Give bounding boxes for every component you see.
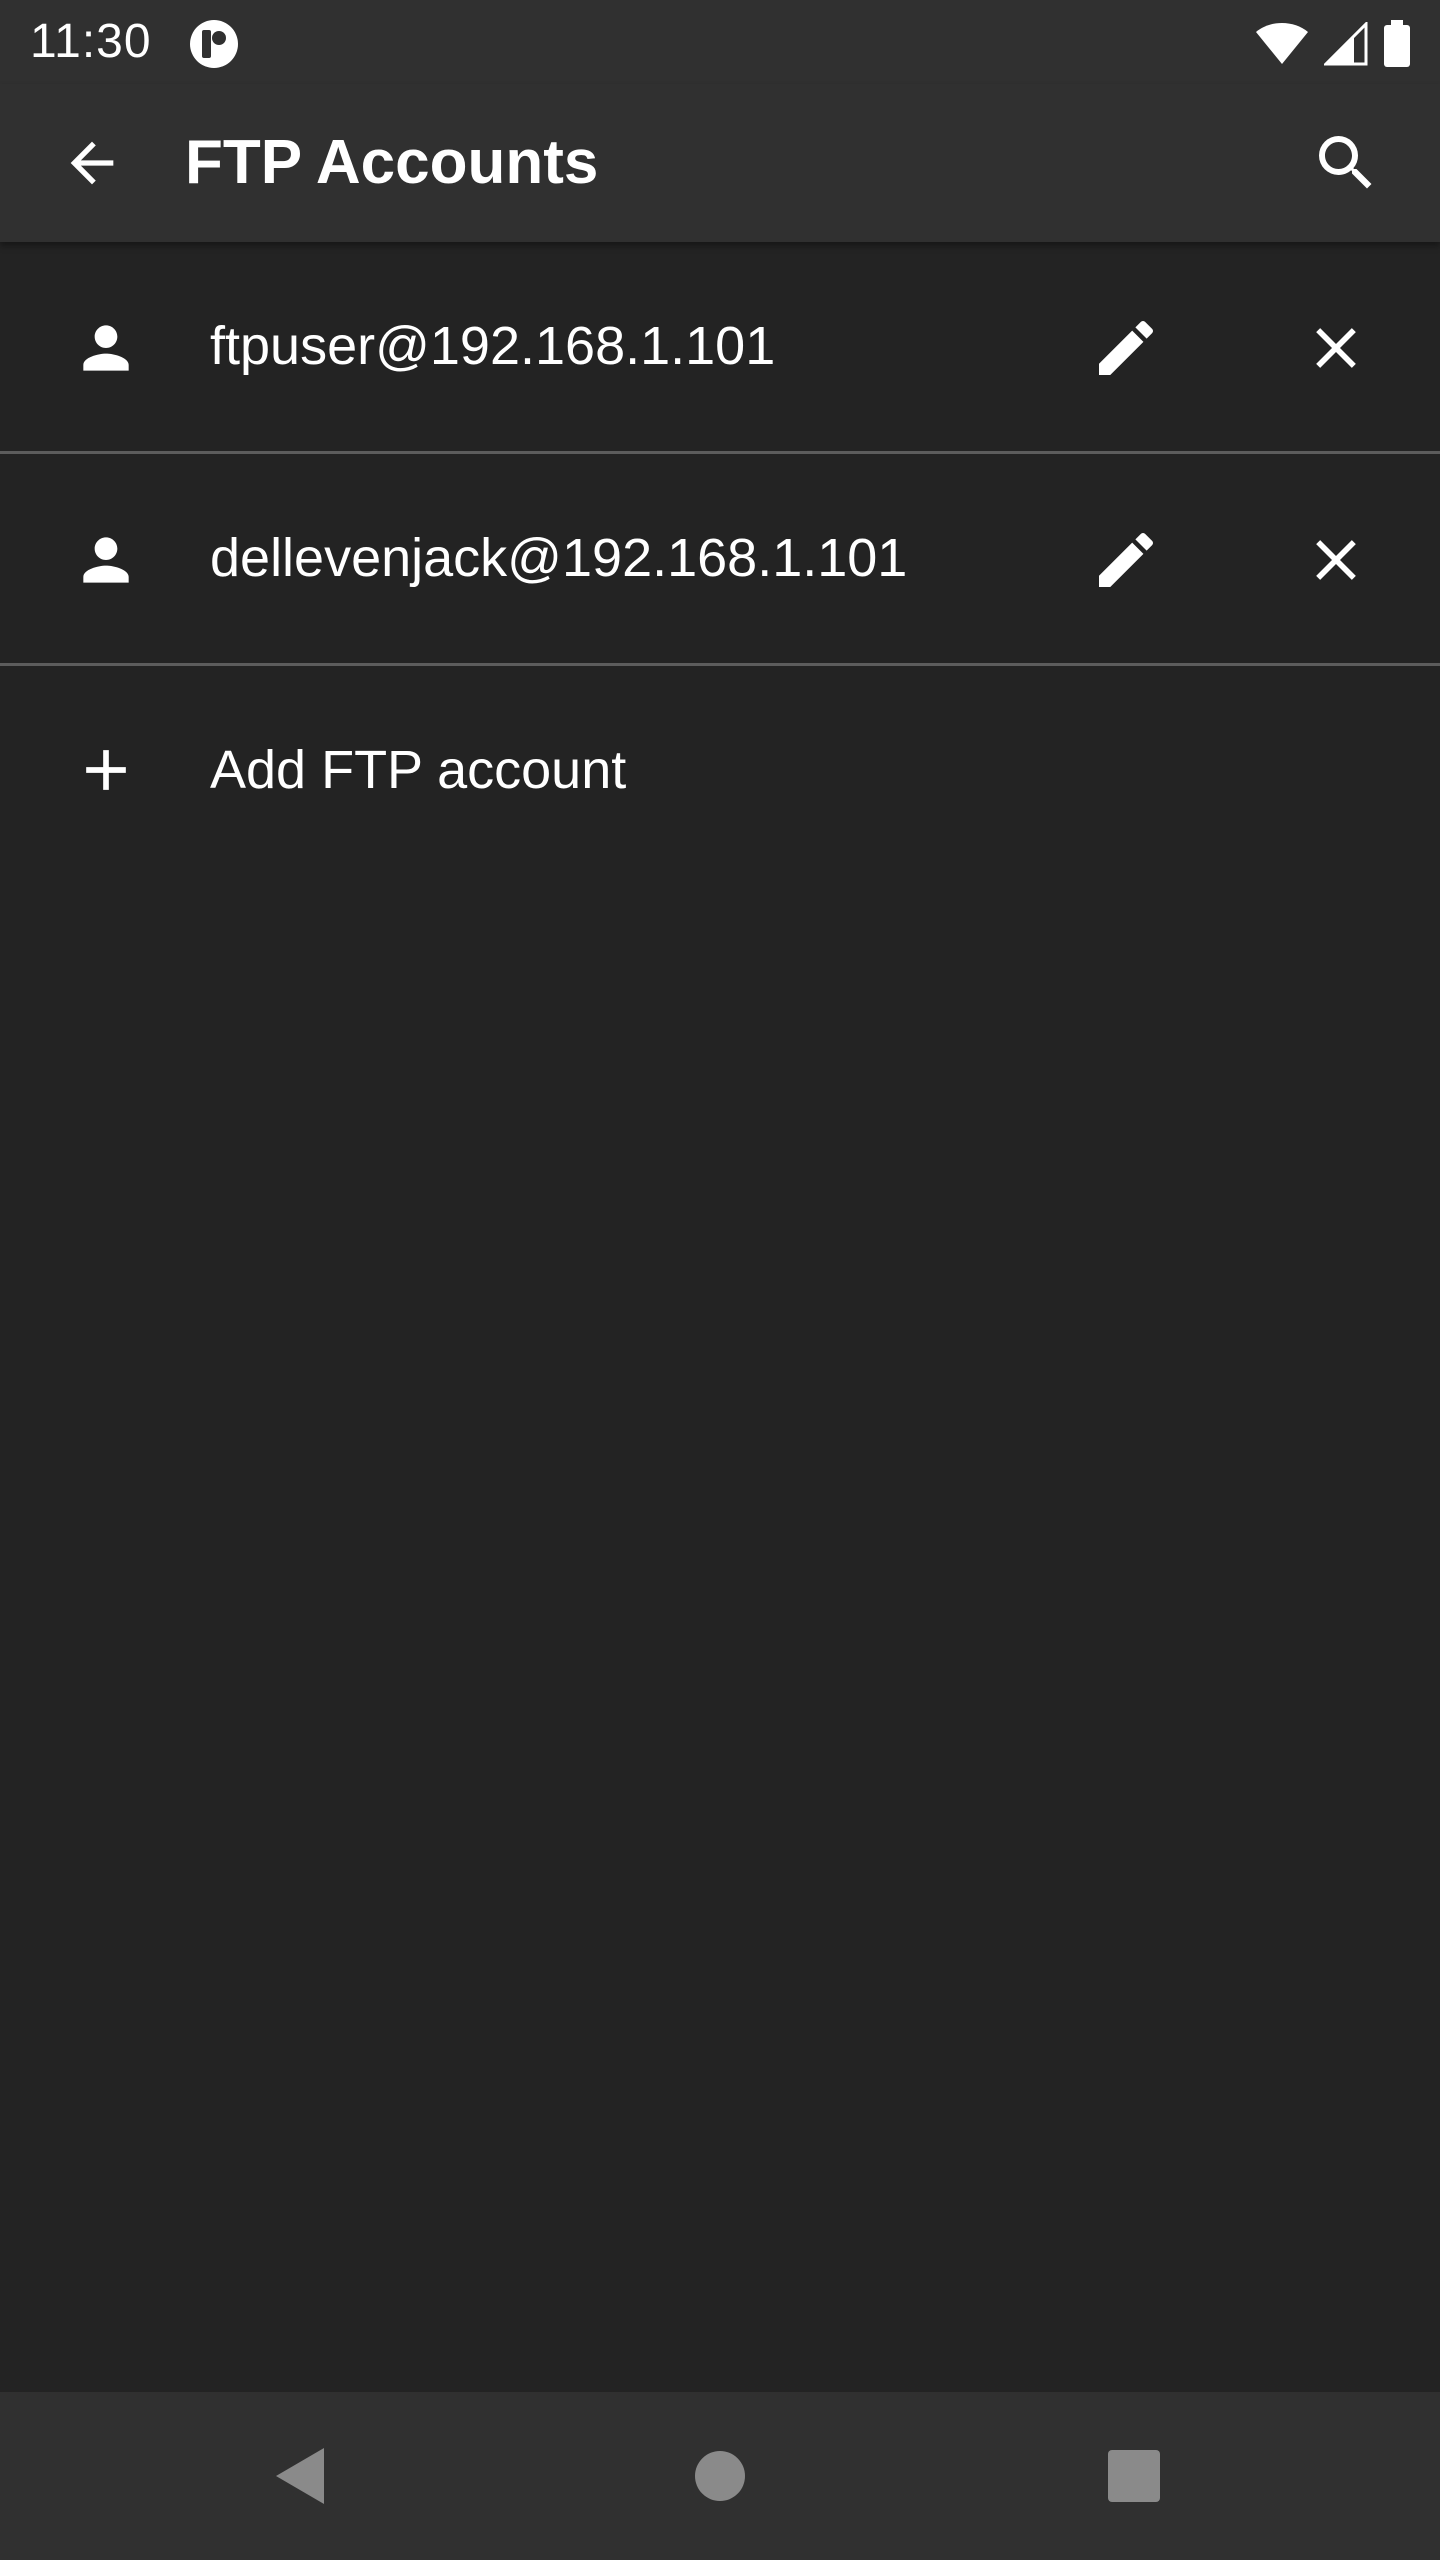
delete-account-button[interactable] [1296, 308, 1376, 388]
status-time: 11:30 [30, 15, 152, 68]
app-notification-icon [190, 20, 238, 68]
nav-home-button[interactable] [670, 2426, 770, 2526]
battery-icon [1384, 20, 1410, 67]
person-icon [83, 537, 129, 583]
search-icon [1319, 136, 1372, 189]
system-nav-bar [0, 2392, 1440, 2560]
pencil-icon [1099, 320, 1154, 375]
nav-recents-button[interactable] [1084, 2426, 1184, 2526]
add-ftp-account-button[interactable]: Add FTP account [0, 666, 1440, 878]
nav-back-button[interactable] [250, 2426, 350, 2526]
add-ftp-account-label: Add FTP account [210, 740, 627, 800]
account-list: ftpuser@192.168.1.101 dellevenjack@192.1… [0, 242, 1440, 878]
nav-back-icon [276, 2448, 324, 2504]
back-button[interactable] [54, 125, 130, 201]
cell-signal-icon [1324, 22, 1368, 66]
edit-account-button[interactable] [1086, 520, 1166, 600]
edit-account-button[interactable] [1086, 308, 1166, 388]
wifi-icon [1256, 23, 1308, 64]
account-label: ftpuser@192.168.1.101 [210, 316, 776, 376]
page-title: FTP Accounts [185, 128, 599, 197]
close-icon [1316, 328, 1356, 368]
arrow-back-icon [70, 141, 114, 185]
status-icons [1254, 16, 1412, 72]
account-row[interactable]: dellevenjack@192.168.1.101 [0, 454, 1440, 666]
status-bar: 11:30 [0, 0, 1440, 84]
plus-icon [86, 750, 126, 790]
account-row[interactable]: ftpuser@192.168.1.101 [0, 242, 1440, 454]
screen: 11:30 FTP Accounts ftpuser@192.168.1.101… [0, 0, 1440, 2560]
account-label: dellevenjack@192.168.1.101 [210, 528, 908, 588]
nav-recents-icon [1108, 2450, 1160, 2502]
search-button[interactable] [1308, 125, 1384, 201]
close-icon [1316, 540, 1356, 580]
toolbar: FTP Accounts [0, 84, 1440, 242]
pencil-icon [1099, 532, 1154, 587]
delete-account-button[interactable] [1296, 520, 1376, 600]
person-icon [83, 325, 129, 371]
nav-home-icon [695, 2451, 745, 2501]
